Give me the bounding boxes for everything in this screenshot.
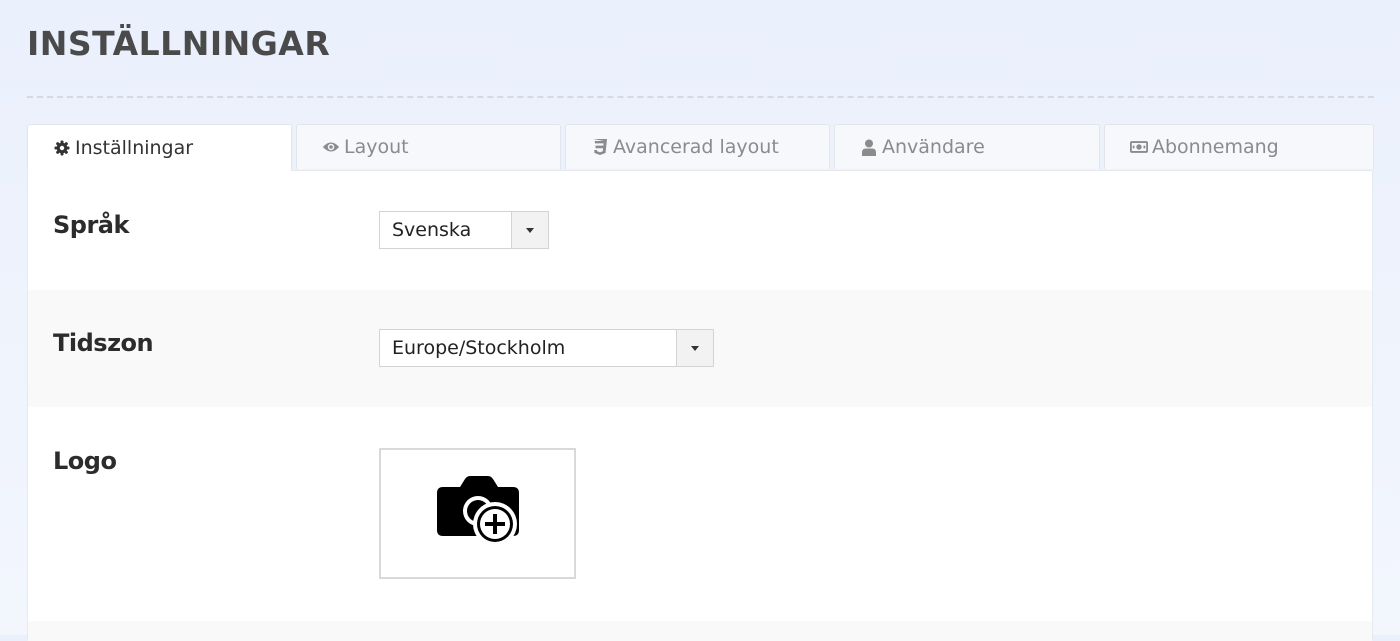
- css3-icon: [591, 138, 609, 156]
- language-row: Språk Svenska: [28, 171, 1372, 290]
- title-divider: [27, 96, 1374, 98]
- eye-icon: [322, 138, 340, 156]
- tab-label: Inställningar: [75, 137, 194, 159]
- tab-anvandare[interactable]: Användare: [834, 124, 1100, 169]
- user-icon: [860, 138, 878, 156]
- tab-abonnemang[interactable]: Abonnemang: [1104, 124, 1374, 169]
- page-title: INSTÄLLNINGAR: [27, 24, 331, 63]
- logo-row: Logo: [28, 407, 1372, 621]
- language-dropdown-toggle[interactable]: [511, 212, 548, 248]
- logo-upload-button[interactable]: [379, 448, 576, 579]
- tab-label: Layout: [344, 136, 409, 158]
- gear-icon: [53, 139, 71, 157]
- timezone-label: Tidszon: [53, 329, 154, 357]
- language-select[interactable]: Svenska: [379, 211, 549, 249]
- caret-down-icon: [691, 345, 699, 351]
- next-row: [28, 621, 1372, 641]
- camera-plus-icon: [435, 474, 521, 553]
- tab-layout[interactable]: Layout: [296, 124, 561, 169]
- tab-avancerad-layout[interactable]: Avancerad layout: [565, 124, 830, 169]
- tab-label: Abonnemang: [1152, 136, 1279, 158]
- tab-label: Avancerad layout: [613, 136, 779, 158]
- language-value: Svenska: [392, 219, 472, 241]
- tab-installningar[interactable]: Inställningar: [27, 124, 292, 171]
- money-bill-icon: [1130, 138, 1148, 156]
- tab-label: Användare: [882, 136, 985, 158]
- settings-tabs: Inställningar Layout Avancerad layout An…: [27, 124, 1374, 171]
- timezone-select[interactable]: Europe/Stockholm: [379, 329, 714, 367]
- logo-label: Logo: [53, 447, 117, 475]
- timezone-value: Europe/Stockholm: [392, 337, 566, 359]
- caret-down-icon: [526, 227, 534, 233]
- language-label: Språk: [53, 211, 129, 239]
- settings-panel: Språk Svenska Tidszon Europe/Stockholm L…: [27, 170, 1373, 641]
- timezone-row: Tidszon Europe/Stockholm: [28, 290, 1372, 407]
- timezone-dropdown-toggle[interactable]: [676, 330, 713, 366]
